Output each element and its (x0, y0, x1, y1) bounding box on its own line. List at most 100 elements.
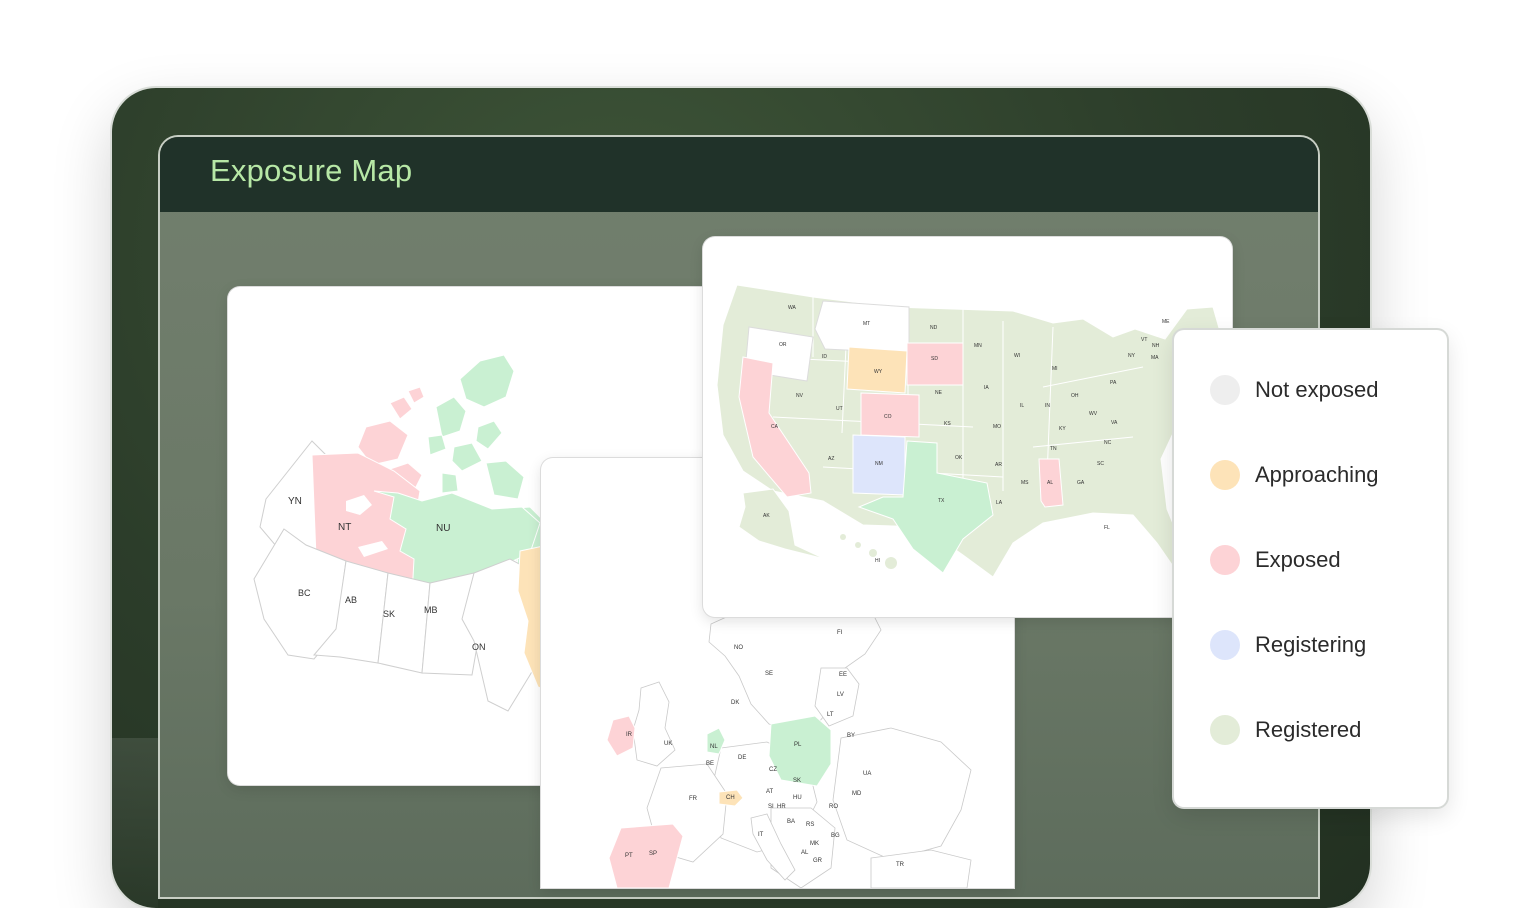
label-or: OR (779, 342, 787, 348)
label-hr: HR (777, 804, 786, 810)
label-wv: WV (1089, 411, 1098, 417)
label-sd: SD (931, 356, 938, 362)
label-sk: SK (793, 778, 801, 784)
label-cz: CZ (769, 767, 777, 773)
label-al: AL (801, 850, 809, 856)
scandinavia (708, 605, 882, 731)
label-ne: NE (935, 390, 943, 396)
legend-label: Not exposed (1255, 377, 1379, 402)
label-ks: KS (944, 421, 951, 427)
label-mt: MT (863, 321, 870, 327)
label-ro: RO (829, 804, 838, 810)
country-sp (608, 823, 684, 888)
label-se: SE (765, 671, 773, 677)
label-ir: IR (626, 732, 633, 738)
label-id: ID (822, 354, 827, 360)
label-tx: TX (938, 498, 945, 504)
country-pl (768, 715, 832, 787)
label-ok: OK (955, 455, 963, 461)
label-yn: YN (288, 496, 302, 507)
label-hi: HI (875, 558, 880, 564)
legend-label: Approaching (1255, 462, 1379, 487)
label-bc: BC (298, 588, 311, 598)
legend-dot-approaching (1210, 460, 1240, 490)
label-nm: NM (875, 461, 883, 467)
label-mi: MI (1052, 366, 1058, 372)
state-hi-2 (855, 542, 861, 548)
nt-island-3 (407, 386, 425, 404)
label-lv: LV (837, 692, 844, 698)
label-rs: RS (806, 822, 814, 828)
label-by: BY (847, 733, 855, 739)
nt-island-2 (389, 396, 413, 420)
label-ia: IA (984, 385, 989, 391)
label-pl: PL (794, 742, 802, 748)
label-al: AL (1047, 480, 1053, 486)
legend-label: Registered (1255, 717, 1362, 742)
label-nh: NH (1152, 343, 1160, 349)
legend-dot-registered (1210, 715, 1240, 745)
label-nv: NV (796, 393, 804, 399)
label-co: CO (884, 414, 892, 420)
label-it: IT (758, 832, 764, 838)
label-mk: MK (810, 841, 819, 847)
legend-item-registered: Registered (1210, 714, 1361, 746)
label-ky: KY (1059, 426, 1066, 432)
label-oh: OH (1071, 393, 1079, 399)
label-at: AT (766, 789, 774, 795)
legend-item-approaching: Approaching (1210, 459, 1379, 491)
state-hi-1 (840, 534, 846, 540)
usa-map-card[interactable]: WA OR CA NV ID MT WY UT AZ CO NM ND SD N… (703, 237, 1232, 617)
state-hi-3 (869, 549, 877, 557)
label-ma: MA (1151, 355, 1159, 361)
label-nt: NT (338, 522, 351, 533)
label-ee: EE (839, 672, 847, 678)
label-ut: UT (836, 406, 843, 412)
nu-island-3 (475, 420, 503, 450)
legend-panel: Not exposed Approaching Exposed Register… (1174, 330, 1447, 807)
label-si: SI (768, 804, 774, 810)
label-be: BE (706, 761, 714, 767)
label-sp: SP (649, 851, 657, 857)
label-ca: CA (771, 424, 779, 430)
label-dk: DK (731, 700, 739, 706)
page-title: Exposure Map (210, 153, 413, 188)
label-ms: MS (1021, 480, 1029, 486)
label-ny: NY (1128, 353, 1136, 359)
uk-island (632, 681, 676, 767)
label-il: IL (1020, 403, 1024, 409)
label-wy: WY (874, 369, 883, 375)
label-in: IN (1045, 403, 1050, 409)
label-la: LA (996, 500, 1003, 506)
legend-label: Registering (1255, 632, 1367, 657)
label-ua: UA (863, 771, 871, 777)
label-on: ON (472, 642, 486, 652)
label-az: AZ (828, 456, 834, 462)
label-nd: ND (930, 325, 938, 331)
label-nl: NL (710, 744, 718, 750)
label-pa: PA (1110, 380, 1117, 386)
label-no: NO (734, 645, 743, 651)
label-fi: FI (837, 630, 843, 636)
label-ga: GA (1077, 480, 1085, 486)
turkey (870, 849, 972, 888)
label-fr: FR (689, 796, 698, 802)
title-bar: Exposure Map (160, 137, 1318, 212)
label-mb: MB (424, 605, 438, 615)
label-hu: HU (793, 795, 802, 801)
label-ab: AB (345, 595, 357, 605)
label-de: DE (738, 755, 746, 761)
label-wa: WA (788, 305, 797, 311)
nu-island-1 (459, 354, 515, 408)
nu-island-4 (427, 434, 447, 456)
label-nu: NU (436, 523, 450, 534)
label-sk: SK (383, 609, 395, 619)
label-fl: FL (1104, 525, 1110, 531)
label-sc: SC (1097, 461, 1104, 467)
label-ar: AR (995, 462, 1002, 468)
label-mo: MO (993, 424, 1001, 430)
legend-dot-exposed (1210, 545, 1240, 575)
label-me: ME (1162, 319, 1170, 325)
label-md: MD (852, 791, 862, 797)
legend-item-exposed: Exposed (1210, 544, 1341, 576)
